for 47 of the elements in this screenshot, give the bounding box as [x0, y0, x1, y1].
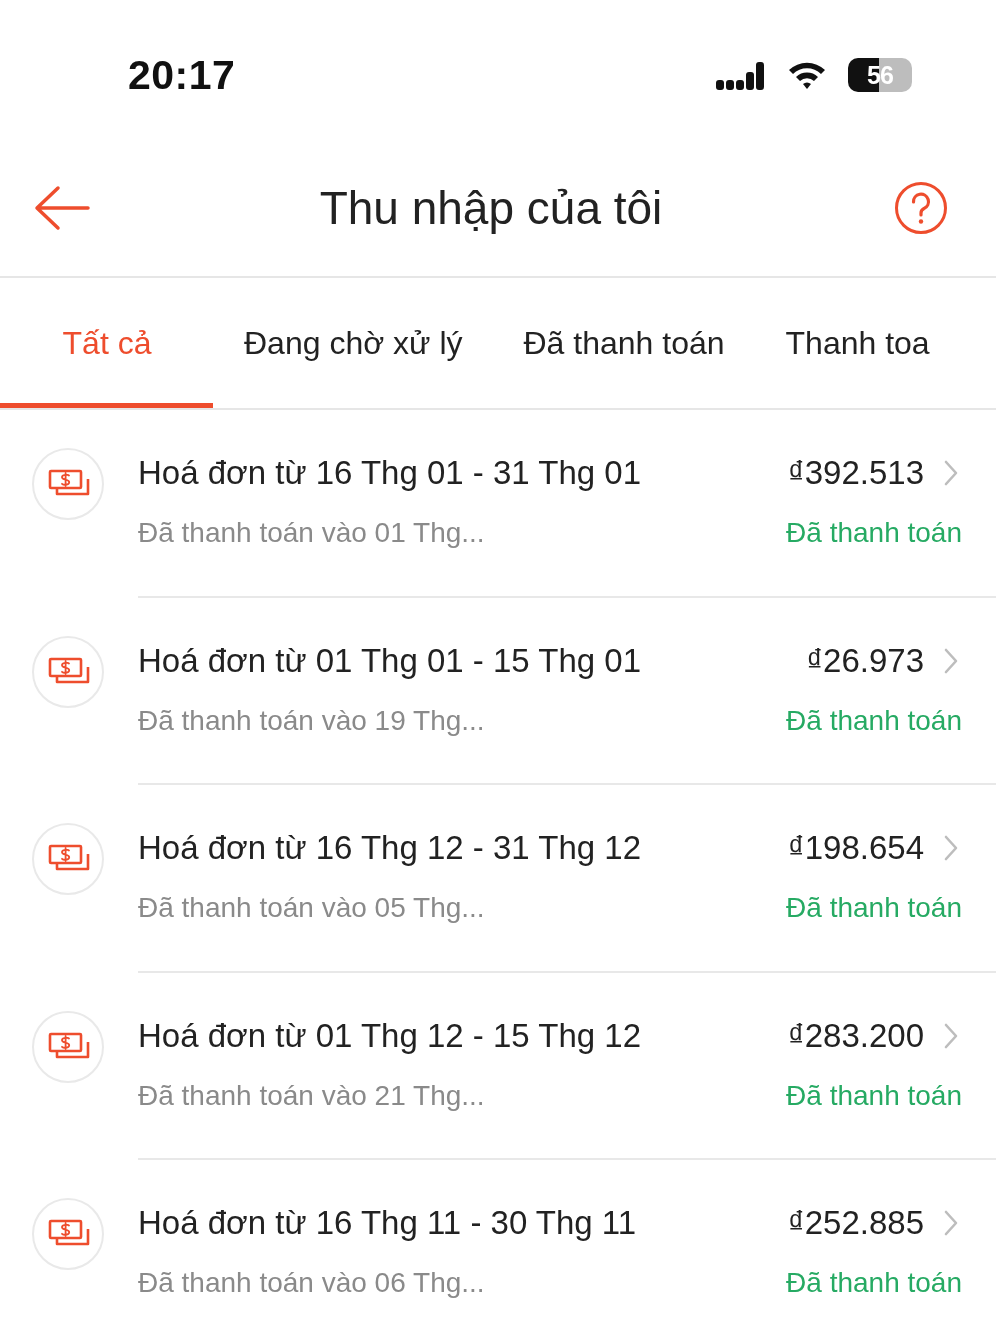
payment-date-text: Đã thanh toán vào 06 Thg... [138, 1266, 486, 1300]
chevron-right-icon [944, 1210, 958, 1236]
chevron-right-icon [944, 835, 958, 861]
page-title: Thu nhập của tôi [319, 181, 663, 235]
invoice-title: Hoá đơn từ 16 Thg 11 - 30 Thg 11 [138, 1203, 638, 1243]
invoice-amount: ₫252.885 [787, 1203, 924, 1243]
payment-date-text: Đã thanh toán vào 21 Thg... [138, 1078, 486, 1113]
invoice-row[interactable]: Hoá đơn từ 16 Thg 12 - 31 Thg 12 ₫198.654 Đã thanh toán vào 05 Thg... Đã thanh toán [0, 785, 996, 973]
back-button[interactable] [34, 185, 90, 231]
invoice-row[interactable]: Hoá đơn từ 01 Thg 01 - 15 Thg 01 ₫26.973 Đã thanh toán vào 19 Thg... Đã thanh toán [0, 597, 996, 785]
chevron-right-icon [944, 460, 958, 486]
invoice-amount: ₫392.513 [787, 453, 924, 493]
tab[interactable]: Đang chờ xử lý [213, 278, 493, 408]
banknotes-icon [32, 635, 104, 708]
invoice-amount: ₫283.200 [787, 1015, 924, 1056]
payment-date-text: Đã thanh toán vào 05 Thg... [138, 891, 486, 925]
tab[interactable]: Tất cả [0, 278, 213, 408]
chevron-right-icon [944, 1022, 958, 1049]
tab[interactable]: Thanh toa [754, 278, 930, 408]
signal-icon [716, 60, 766, 90]
invoice-title: Hoá đơn từ 01 Thg 12 - 15 Thg 12 [138, 1015, 642, 1056]
tab[interactable]: Đã thanh toán [492, 278, 755, 408]
banknotes-icon [32, 823, 104, 895]
payment-status: Đã thanh toán [786, 1078, 962, 1113]
payment-status: Đã thanh toán [786, 891, 962, 925]
payment-status: Đã thanh toán [786, 703, 962, 738]
banknotes-icon [32, 1198, 104, 1270]
payment-date-text: Đã thanh toán vào 01 Thg... [138, 516, 486, 550]
payment-status: Đã thanh toán [786, 516, 962, 550]
payment-status: Đã thanh toán [786, 1266, 962, 1300]
banknotes-icon [32, 448, 104, 520]
banknotes-icon [32, 1010, 104, 1083]
invoice-title: Hoá đơn từ 01 Thg 01 - 15 Thg 01 [138, 640, 642, 681]
invoice-row[interactable]: Hoá đơn từ 16 Thg 11 - 30 Thg 11 ₫252.885 Đã thanh toán vào 06 Thg... Đã thanh toán [0, 1160, 996, 1341]
invoice-title: Hoá đơn từ 16 Thg 12 - 31 Thg 12 [138, 828, 642, 868]
invoice-row[interactable]: Hoá đơn từ 01 Thg 12 - 15 Thg 12 ₫283.200 Đã thanh toán vào 21 Thg... Đã thanh toán [0, 972, 996, 1160]
wifi-icon [788, 61, 826, 89]
invoice-title: Hoá đơn từ 16 Thg 01 - 31 Thg 01 [138, 453, 642, 493]
invoice-amount: ₫26.973 [806, 640, 924, 681]
back-arrow-icon [34, 185, 90, 231]
invoice-row[interactable]: Hoá đơn từ 16 Thg 01 - 31 Thg 01 ₫392.513 Đã thanh toán vào 01 Thg... Đã thanh toán [0, 410, 996, 598]
status-time: 20:17 [128, 51, 236, 99]
payment-date-text: Đã thanh toán vào 19 Thg... [138, 703, 486, 738]
help-icon [894, 181, 948, 235]
chevron-right-icon [944, 647, 958, 674]
invoice-amount: ₫198.654 [787, 828, 924, 868]
help-button[interactable] [894, 181, 948, 235]
